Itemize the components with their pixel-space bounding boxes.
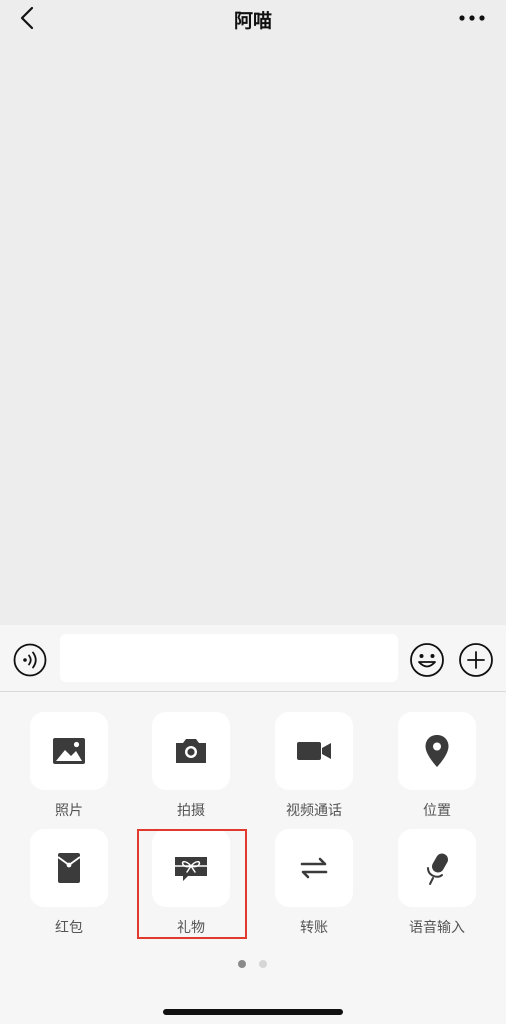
transfer-button[interactable] xyxy=(275,829,353,907)
camera-label: 拍摄 xyxy=(177,803,205,819)
message-input[interactable] xyxy=(60,634,398,682)
photo-label: 照片 xyxy=(55,803,83,819)
location-label: 位置 xyxy=(423,803,451,819)
top-bar: 阿喵 xyxy=(0,0,506,40)
chat-title: 阿喵 xyxy=(233,10,272,32)
red-packet-label: 红包 xyxy=(55,920,83,936)
home-indicator xyxy=(163,1009,343,1015)
page-dot-inactive xyxy=(259,960,267,968)
emoji-button[interactable] xyxy=(409,642,445,678)
emoji-icon xyxy=(410,643,444,677)
voice-input-icon xyxy=(427,853,448,885)
video-call-label: 视频通话 xyxy=(286,803,342,819)
more-functions-button[interactable] xyxy=(458,642,494,678)
voice-icon xyxy=(13,643,47,677)
more-button[interactable] xyxy=(456,8,488,28)
plus-circle-icon xyxy=(459,643,493,677)
red-packet-button[interactable] xyxy=(30,829,108,907)
voice-toggle-button[interactable] xyxy=(13,643,47,677)
transfer-icon xyxy=(300,857,328,879)
video-call-button[interactable] xyxy=(275,712,353,790)
transfer-label: 转账 xyxy=(300,920,328,936)
camera-icon xyxy=(176,739,206,763)
more-icon xyxy=(459,15,485,21)
camera-button[interactable] xyxy=(152,712,230,790)
chat-message-area[interactable] xyxy=(0,40,506,625)
location-icon xyxy=(425,735,449,767)
gift-highlight-box xyxy=(137,829,247,939)
input-bar xyxy=(0,625,506,692)
video-call-icon xyxy=(297,742,331,760)
photo-button[interactable] xyxy=(30,712,108,790)
page-dot-active xyxy=(238,960,246,968)
location-button[interactable] xyxy=(398,712,476,790)
photo-icon xyxy=(53,738,85,764)
voice-input-button[interactable] xyxy=(398,829,476,907)
red-packet-icon xyxy=(57,853,81,883)
voice-input-label: 语音输入 xyxy=(409,920,465,936)
